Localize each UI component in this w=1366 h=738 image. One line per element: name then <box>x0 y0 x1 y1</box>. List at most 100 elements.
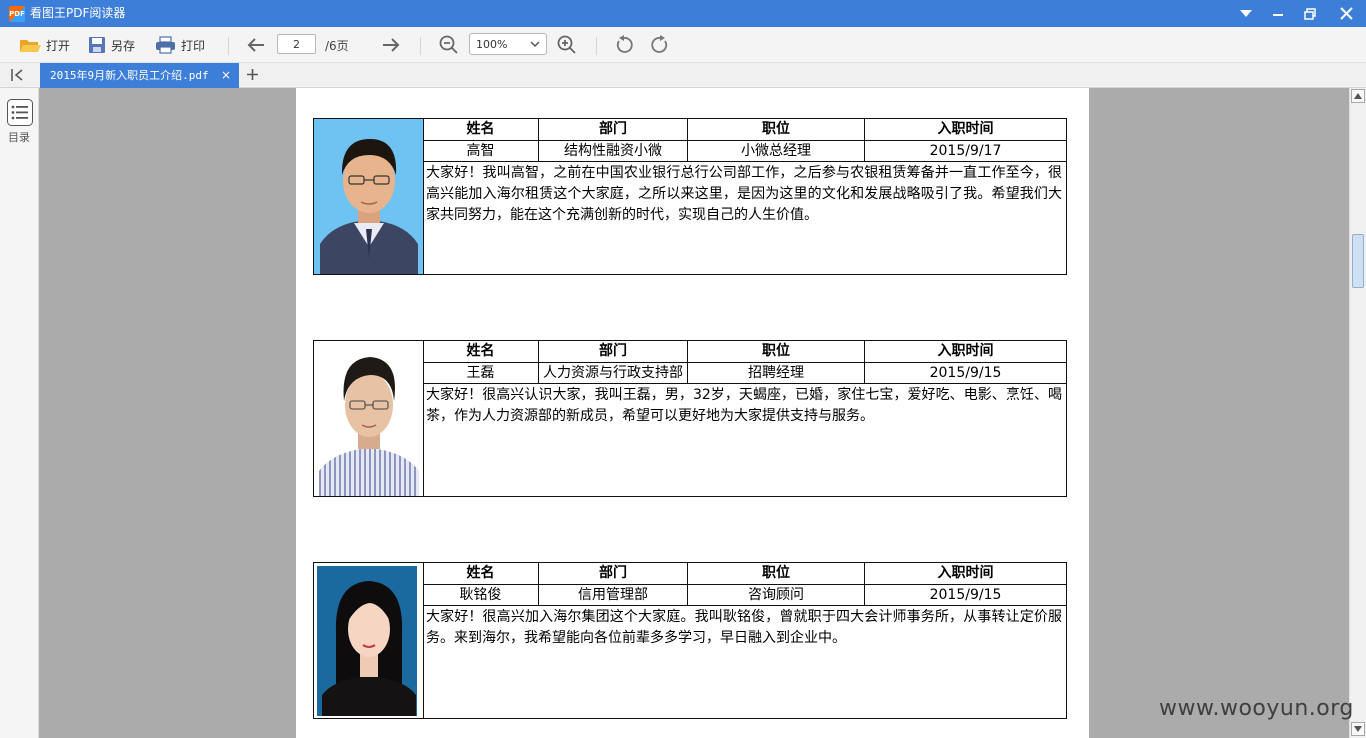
employee-photo <box>314 341 424 496</box>
collapse-left-icon <box>11 69 23 81</box>
header-date: 入职时间 <box>937 343 994 359</box>
document-viewer[interactable]: 姓名 部门 职位 入职时间 高智 结构性融资小微 小微总经理 2015/9/17… <box>39 88 1349 738</box>
person-portrait-icon <box>314 119 423 274</box>
toolbar: 打开 另存 打印 /6页 100% <box>0 27 1366 63</box>
employee-dept: 人力资源与行政支持部 <box>539 362 688 383</box>
restore-icon <box>1304 7 1316 20</box>
zoom-in-button[interactable] <box>557 35 577 55</box>
folder-open-icon <box>20 40 41 52</box>
app-logo: PDF <box>9 6 25 22</box>
zoom-out-button[interactable] <box>439 35 459 55</box>
open-button[interactable]: 打开 <box>19 35 70 55</box>
employee-date: 2015/9/17 <box>929 142 1002 159</box>
toc-label: 目录 <box>8 131 30 144</box>
employee-position: 咨询顾问 <box>688 584 865 605</box>
restore-button[interactable] <box>1294 0 1326 27</box>
tab-bar: 2015年9月新入职员工介绍.pdf × <box>0 63 1366 88</box>
collapse-sidebar-button[interactable] <box>11 68 25 85</box>
header-dept: 部门 <box>539 341 688 362</box>
print-button[interactable]: 打印 <box>155 35 205 55</box>
scroll-down-button[interactable] <box>1351 722 1365 736</box>
table-row: 高智 结构性融资小微 小微总经理 2015/9/17 <box>423 140 1066 162</box>
close-icon <box>1339 7 1353 20</box>
header-dept: 部门 <box>539 563 688 584</box>
header-dept: 部门 <box>539 119 688 140</box>
vertical-scrollbar[interactable] <box>1349 88 1366 738</box>
employee-dept: 结构性融资小微 <box>539 140 688 161</box>
toolbar-divider <box>228 37 229 55</box>
tab-document[interactable]: 2015年9月新入职员工介绍.pdf × <box>40 63 239 88</box>
header-date: 入职时间 <box>937 565 994 581</box>
previous-page-button[interactable] <box>246 35 266 55</box>
minimize-icon <box>1273 13 1283 16</box>
app-title: 看图王PDF阅读器 <box>30 6 126 20</box>
caret-down-icon <box>1354 726 1362 732</box>
header-name: 姓名 <box>423 119 539 140</box>
rotate-left-icon <box>616 35 633 53</box>
close-window-button[interactable] <box>1330 0 1362 27</box>
employee-photo <box>314 563 424 718</box>
rotate-right-button[interactable] <box>650 35 670 55</box>
print-label: 打印 <box>181 38 206 53</box>
table-row: 耿铭俊 信用管理部 咨询顾问 2015/9/15 <box>423 584 1066 606</box>
header-name: 姓名 <box>423 563 539 584</box>
rotate-left-button[interactable] <box>614 35 634 55</box>
employee-photo <box>314 119 424 274</box>
chevron-down-icon <box>530 41 540 48</box>
table-header-row: 姓名 部门 职位 入职时间 <box>423 563 1066 585</box>
header-position: 职位 <box>688 119 865 140</box>
menu-dropdown-button[interactable] <box>1230 0 1262 27</box>
page-number-input[interactable] <box>277 34 316 54</box>
printer-icon <box>156 36 175 54</box>
watermark: www.wooyun.org <box>1159 696 1354 721</box>
person-portrait-icon <box>314 563 423 718</box>
arrow-left-icon <box>247 38 264 52</box>
employee-intro: 大家好！我叫高智，之前在中国农业银行总行公司部工作，之后参与农银租赁筹备并一直工… <box>426 165 1062 223</box>
toolbar-divider <box>420 37 421 55</box>
employee-position: 小微总经理 <box>688 140 865 161</box>
list-icon <box>7 99 33 126</box>
sidebar: 目录 <box>0 88 39 738</box>
header-position: 职位 <box>688 563 865 584</box>
open-label: 打开 <box>46 38 71 53</box>
header-name: 姓名 <box>423 341 539 362</box>
toc-button[interactable] <box>7 99 33 129</box>
employee-card: 姓名 部门 职位 入职时间 耿铭俊 信用管理部 咨询顾问 2015/9/15 大… <box>313 562 1067 719</box>
scrollbar-thumb[interactable] <box>1352 234 1364 288</box>
employee-date: 2015/9/15 <box>929 364 1002 381</box>
employee-intro: 大家好！很高兴加入海尔集团这个大家庭。我叫耿铭俊，曾就职于四大会计师事务所，从事… <box>426 609 1062 646</box>
arrow-right-icon <box>383 38 400 52</box>
minimize-button[interactable] <box>1262 0 1294 27</box>
employee-card: 姓名 部门 职位 入职时间 王磊 人力资源与行政支持部 招聘经理 2015/9/… <box>313 340 1067 497</box>
toolbar-divider <box>596 37 597 55</box>
person-portrait-icon <box>314 341 423 496</box>
employee-date: 2015/9/15 <box>929 586 1002 603</box>
employee-name: 高智 <box>423 140 539 161</box>
rotate-right-icon <box>651 35 668 53</box>
tab-label: 2015年9月新入职员工介绍.pdf <box>50 69 209 82</box>
table-header-row: 姓名 部门 职位 入职时间 <box>423 341 1066 363</box>
pdf-page: 姓名 部门 职位 入职时间 高智 结构性融资小微 小微总经理 2015/9/17… <box>296 88 1089 738</box>
next-page-button[interactable] <box>381 35 401 55</box>
table-header-row: 姓名 部门 职位 入职时间 <box>423 119 1066 141</box>
zoom-select[interactable]: 100% <box>469 33 547 55</box>
employee-name: 王磊 <box>423 362 539 383</box>
scroll-up-button[interactable] <box>1351 89 1365 103</box>
zoom-out-icon <box>439 35 458 54</box>
header-date: 入职时间 <box>937 121 994 137</box>
employee-position: 招聘经理 <box>688 362 865 383</box>
table-row: 王磊 人力资源与行政支持部 招聘经理 2015/9/15 <box>423 362 1066 384</box>
new-tab-button[interactable] <box>246 68 259 84</box>
employee-dept: 信用管理部 <box>539 584 688 605</box>
zoom-value: 100% <box>476 38 508 51</box>
header-position: 职位 <box>688 341 865 362</box>
plus-icon <box>247 69 258 80</box>
employee-name: 耿铭俊 <box>423 584 539 605</box>
zoom-in-icon <box>557 35 576 54</box>
save-as-button[interactable]: 另存 <box>88 35 135 55</box>
employee-intro: 大家好！很高兴认识大家，我叫王磊，男，32岁，天蝎座，已婚，家住七宝，爱好吃、电… <box>426 387 1062 424</box>
tab-close-button[interactable]: × <box>221 63 231 88</box>
caret-up-icon <box>1354 93 1362 99</box>
save-icon <box>89 37 105 53</box>
page-total: /6页 <box>325 39 349 53</box>
